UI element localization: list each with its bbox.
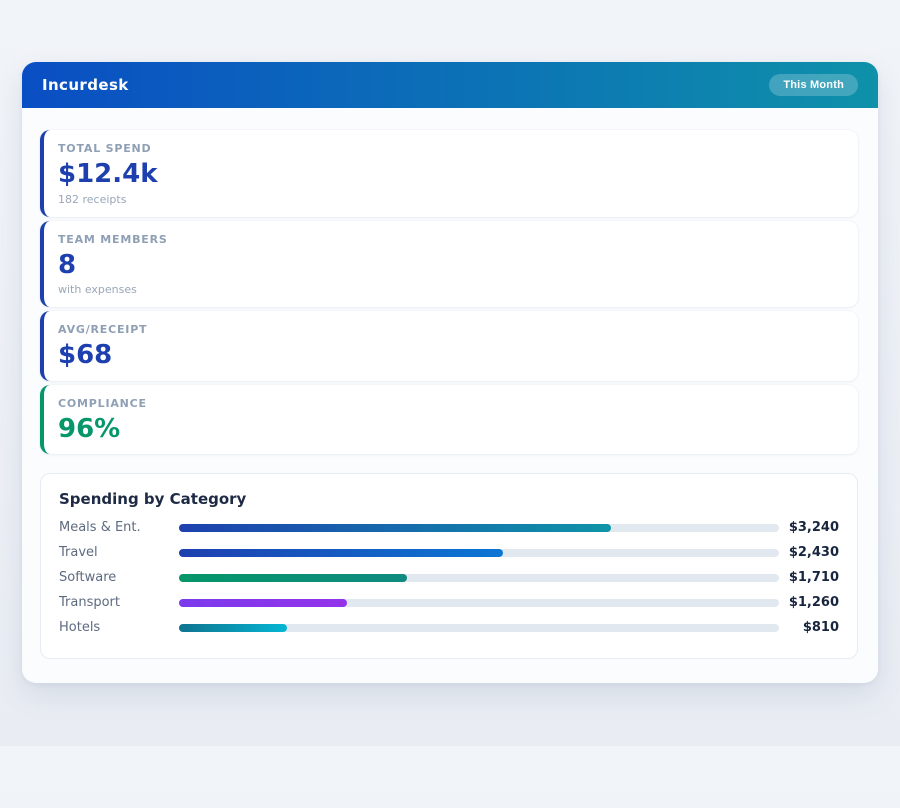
chart-value-label: $3,240 [779, 520, 839, 535]
stat-subtext: 182 receipts [58, 193, 842, 206]
stat-value: 96% [58, 415, 842, 444]
chart-category-label: Travel [59, 545, 179, 560]
stat-value: 8 [58, 251, 842, 280]
app-header: Incurdesk This Month [22, 62, 878, 108]
chart-bar-track [179, 624, 779, 632]
chart-category-label: Transport [59, 595, 179, 610]
chart-bar-fill [179, 599, 347, 607]
chart-bar-fill [179, 624, 287, 632]
stat-label: TEAM MEMBERS [58, 233, 842, 246]
stat-value: $68 [58, 341, 842, 370]
chart-value-label: $2,430 [779, 545, 839, 560]
stat-label: COMPLIANCE [58, 397, 842, 410]
stat-label: TOTAL SPEND [58, 142, 842, 155]
chart-bar-fill [179, 574, 407, 582]
stat-value: $12.4k [58, 160, 842, 189]
chart-bar-fill [179, 524, 611, 532]
chart-value-label: $810 [779, 620, 839, 635]
stat-label: AVG/RECEIPT [58, 323, 842, 336]
chart-row-travel: Travel $2,430 [59, 540, 839, 565]
chart-bar-track [179, 524, 779, 532]
chart-category-label: Hotels [59, 620, 179, 635]
chart-category-label: Meals & Ent. [59, 520, 179, 535]
chart-title: Spending by Category [59, 490, 839, 508]
chart-row-software: Software $1,710 [59, 565, 839, 590]
spending-by-category-card: Spending by Category Meals & Ent. $3,240… [40, 473, 858, 659]
chart-bar-track [179, 549, 779, 557]
stat-subtext: with expenses [58, 283, 842, 296]
chart-value-label: $1,710 [779, 570, 839, 585]
chart-category-label: Software [59, 570, 179, 585]
stat-card-team-members: TEAM MEMBERS 8 with expenses [40, 221, 858, 308]
chart-row-transport: Transport $1,260 [59, 590, 839, 615]
chart-bar-track [179, 599, 779, 607]
chart-row-hotels: Hotels $810 [59, 615, 839, 640]
chart-row-meals: Meals & Ent. $3,240 [59, 515, 839, 540]
stat-card-avg-receipt: AVG/RECEIPT $68 [40, 311, 858, 381]
chart-value-label: $1,260 [779, 595, 839, 610]
chart-bar-track [179, 574, 779, 582]
period-badge[interactable]: This Month [769, 74, 858, 96]
app-window: Incurdesk This Month TOTAL SPEND $12.4k … [22, 62, 878, 683]
stat-card-total-spend: TOTAL SPEND $12.4k 182 receipts [40, 130, 858, 217]
chart-bar-fill [179, 549, 503, 557]
dashboard-content: TOTAL SPEND $12.4k 182 receipts TEAM MEM… [22, 108, 878, 683]
stat-card-compliance: COMPLIANCE 96% [40, 385, 858, 455]
app-title: Incurdesk [42, 76, 129, 94]
